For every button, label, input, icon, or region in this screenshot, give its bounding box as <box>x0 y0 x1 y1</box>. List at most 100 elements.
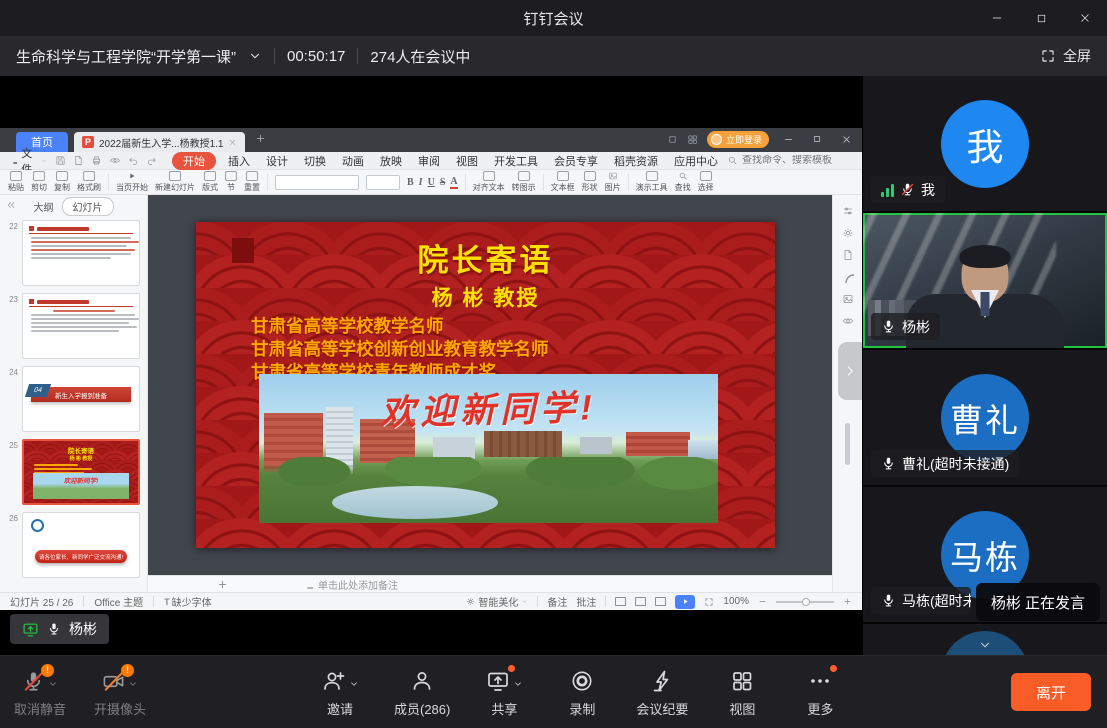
zoom-slider[interactable] <box>776 601 834 603</box>
format-painter-button[interactable]: 格式刷 <box>77 171 101 193</box>
minimize-button[interactable] <box>975 0 1019 36</box>
file-panel-icon[interactable] <box>842 249 854 261</box>
slide-thumb-24[interactable]: 24 04 新生入学报到准备 <box>0 366 140 432</box>
tab-outline[interactable]: 大纲 <box>34 199 54 214</box>
section-button[interactable]: 节 <box>225 171 237 193</box>
textbox-button[interactable]: 文本框 <box>551 171 575 193</box>
chevron-down-icon[interactable] <box>248 49 262 63</box>
file-icon[interactable] <box>73 155 84 166</box>
camera-on-button[interactable]: ! 开摄像头 <box>94 667 146 718</box>
italic-button[interactable]: I <box>419 177 423 188</box>
record-button[interactable]: 录制 <box>558 667 606 718</box>
wps-document-tab[interactable]: P 2022届新生入学...杨教授1.1 <box>74 132 245 152</box>
presentation-tools-button[interactable]: 演示工具 <box>636 171 668 193</box>
select-button[interactable]: 选择 <box>698 171 714 193</box>
redo-icon[interactable] <box>146 155 157 166</box>
slide-thumb-25-selected[interactable]: 25 院长寄语 杨 彬 教授 欢 <box>0 439 140 505</box>
vertical-scrollbar[interactable] <box>845 423 850 465</box>
slide-thumb-26[interactable]: 26 请各位家长、新同学广泛交流沟通! <box>0 512 140 578</box>
participant-tile-next[interactable] <box>863 624 1107 655</box>
bold-button[interactable]: B <box>407 177 414 188</box>
skin-icon[interactable] <box>687 134 698 145</box>
play-from-button[interactable]: 当页开始 <box>116 171 148 193</box>
shape-button[interactable]: 形状 <box>582 171 598 193</box>
convert-diagram-button[interactable]: 转图示 <box>512 171 536 193</box>
layout-button[interactable]: 版式 <box>202 171 218 193</box>
add-slide-button[interactable] <box>148 579 296 590</box>
menu-animation[interactable]: 动画 <box>335 153 371 169</box>
share-screen-button[interactable]: 共享 <box>480 667 528 718</box>
slideshow-play-button[interactable] <box>675 595 695 609</box>
menu-insert[interactable]: 插入 <box>221 153 257 169</box>
wps-close-button[interactable] <box>836 134 856 145</box>
menu-view[interactable]: 视图 <box>449 153 485 169</box>
unmute-button[interactable]: ! 取消静音 <box>14 667 66 718</box>
paste-button[interactable]: 粘贴 <box>8 171 24 193</box>
print-icon[interactable] <box>91 155 102 166</box>
meeting-minutes-button[interactable]: 会议纪要 <box>636 667 688 718</box>
menu-design[interactable]: 设计 <box>259 153 295 169</box>
slide-thumb-23[interactable]: 23 <box>0 293 140 359</box>
new-slide-button[interactable]: 新建幻灯片 <box>155 171 195 193</box>
comments-toggle[interactable]: 批注 <box>576 594 596 609</box>
menu-devtools[interactable]: 开发工具 <box>487 153 545 169</box>
find-button[interactable]: 查找 <box>675 171 691 193</box>
reading-view-icon[interactable] <box>655 597 666 606</box>
picture-button[interactable]: 图片 <box>605 171 621 193</box>
underline-button[interactable]: U <box>428 177 435 188</box>
align-text-button[interactable]: 对齐文本 <box>473 171 505 193</box>
tab-close-icon[interactable] <box>228 138 237 147</box>
menu-transition[interactable]: 切换 <box>297 153 333 169</box>
more-button[interactable]: 更多 <box>796 667 844 718</box>
missing-font-warning[interactable]: T 缺少字体 <box>164 594 212 609</box>
layout-toggle-icon[interactable] <box>667 134 678 145</box>
zoom-in-icon[interactable] <box>843 597 852 606</box>
notes-toggle[interactable]: 备注 <box>547 594 567 609</box>
menu-slideshow[interactable]: 放映 <box>373 153 409 169</box>
participant-tile-yangbin[interactable]: 杨彬 <box>863 213 1107 348</box>
maximize-button[interactable] <box>1019 0 1063 36</box>
chevron-down-icon[interactable] <box>349 679 359 689</box>
leave-meeting-button[interactable]: 离开 <box>1011 673 1091 711</box>
notes-placeholder[interactable]: 单击此处添加备注 <box>296 577 398 592</box>
menu-review[interactable]: 审阅 <box>411 153 447 169</box>
members-button[interactable]: 成员(286) <box>394 667 450 718</box>
font-size-select[interactable] <box>366 175 400 190</box>
fullscreen-button[interactable]: 全屏 <box>1040 46 1091 66</box>
participant-tile-me[interactable]: 我 我 <box>863 76 1107 211</box>
close-button[interactable] <box>1063 0 1107 36</box>
zoom-out-icon[interactable] <box>758 597 767 606</box>
settings-icon[interactable] <box>842 227 854 239</box>
chevron-down-icon[interactable] <box>513 679 523 689</box>
properties-icon[interactable] <box>842 205 854 217</box>
undo-icon[interactable] <box>128 155 139 166</box>
normal-view-icon[interactable] <box>615 597 626 606</box>
view-layout-button[interactable]: 视图 <box>718 667 766 718</box>
menu-member[interactable]: 会员专享 <box>547 153 605 169</box>
image-panel-icon[interactable] <box>842 293 854 305</box>
resource-icon[interactable] <box>842 315 854 327</box>
preview-icon[interactable] <box>109 155 121 166</box>
cut-button[interactable]: 剪切 <box>31 171 47 193</box>
new-tab-button[interactable] <box>255 131 266 149</box>
invite-button[interactable]: 邀请 <box>316 667 364 718</box>
fit-icon[interactable] <box>704 597 714 607</box>
menu-home[interactable]: 开始 <box>172 152 216 170</box>
reset-button[interactable]: 重置 <box>244 171 260 193</box>
strikethrough-button[interactable]: S <box>440 177 446 188</box>
panel-collapse-icon[interactable] <box>6 200 16 213</box>
copy-button[interactable]: 复制 <box>54 171 70 193</box>
font-color-button[interactable]: A <box>450 176 457 189</box>
menu-docer[interactable]: 稻壳资源 <box>607 153 665 169</box>
login-button[interactable]: 立即登录 <box>707 131 769 148</box>
chevron-down-icon[interactable] <box>48 679 58 689</box>
participant-tile-caoli[interactable]: 曹礼 曹礼(超时未接通) <box>863 350 1107 485</box>
tab-slides[interactable]: 幻灯片 <box>62 197 114 216</box>
slide-thumb-22[interactable]: 22 <box>0 220 140 286</box>
collapse-video-panel-button[interactable] <box>838 342 862 400</box>
font-name-select[interactable] <box>275 175 359 190</box>
help-icon[interactable] <box>842 271 854 283</box>
beautify-button[interactable]: 智能美化 <box>466 594 528 609</box>
wps-restore-button[interactable] <box>807 134 827 144</box>
sorter-view-icon[interactable] <box>635 597 646 606</box>
